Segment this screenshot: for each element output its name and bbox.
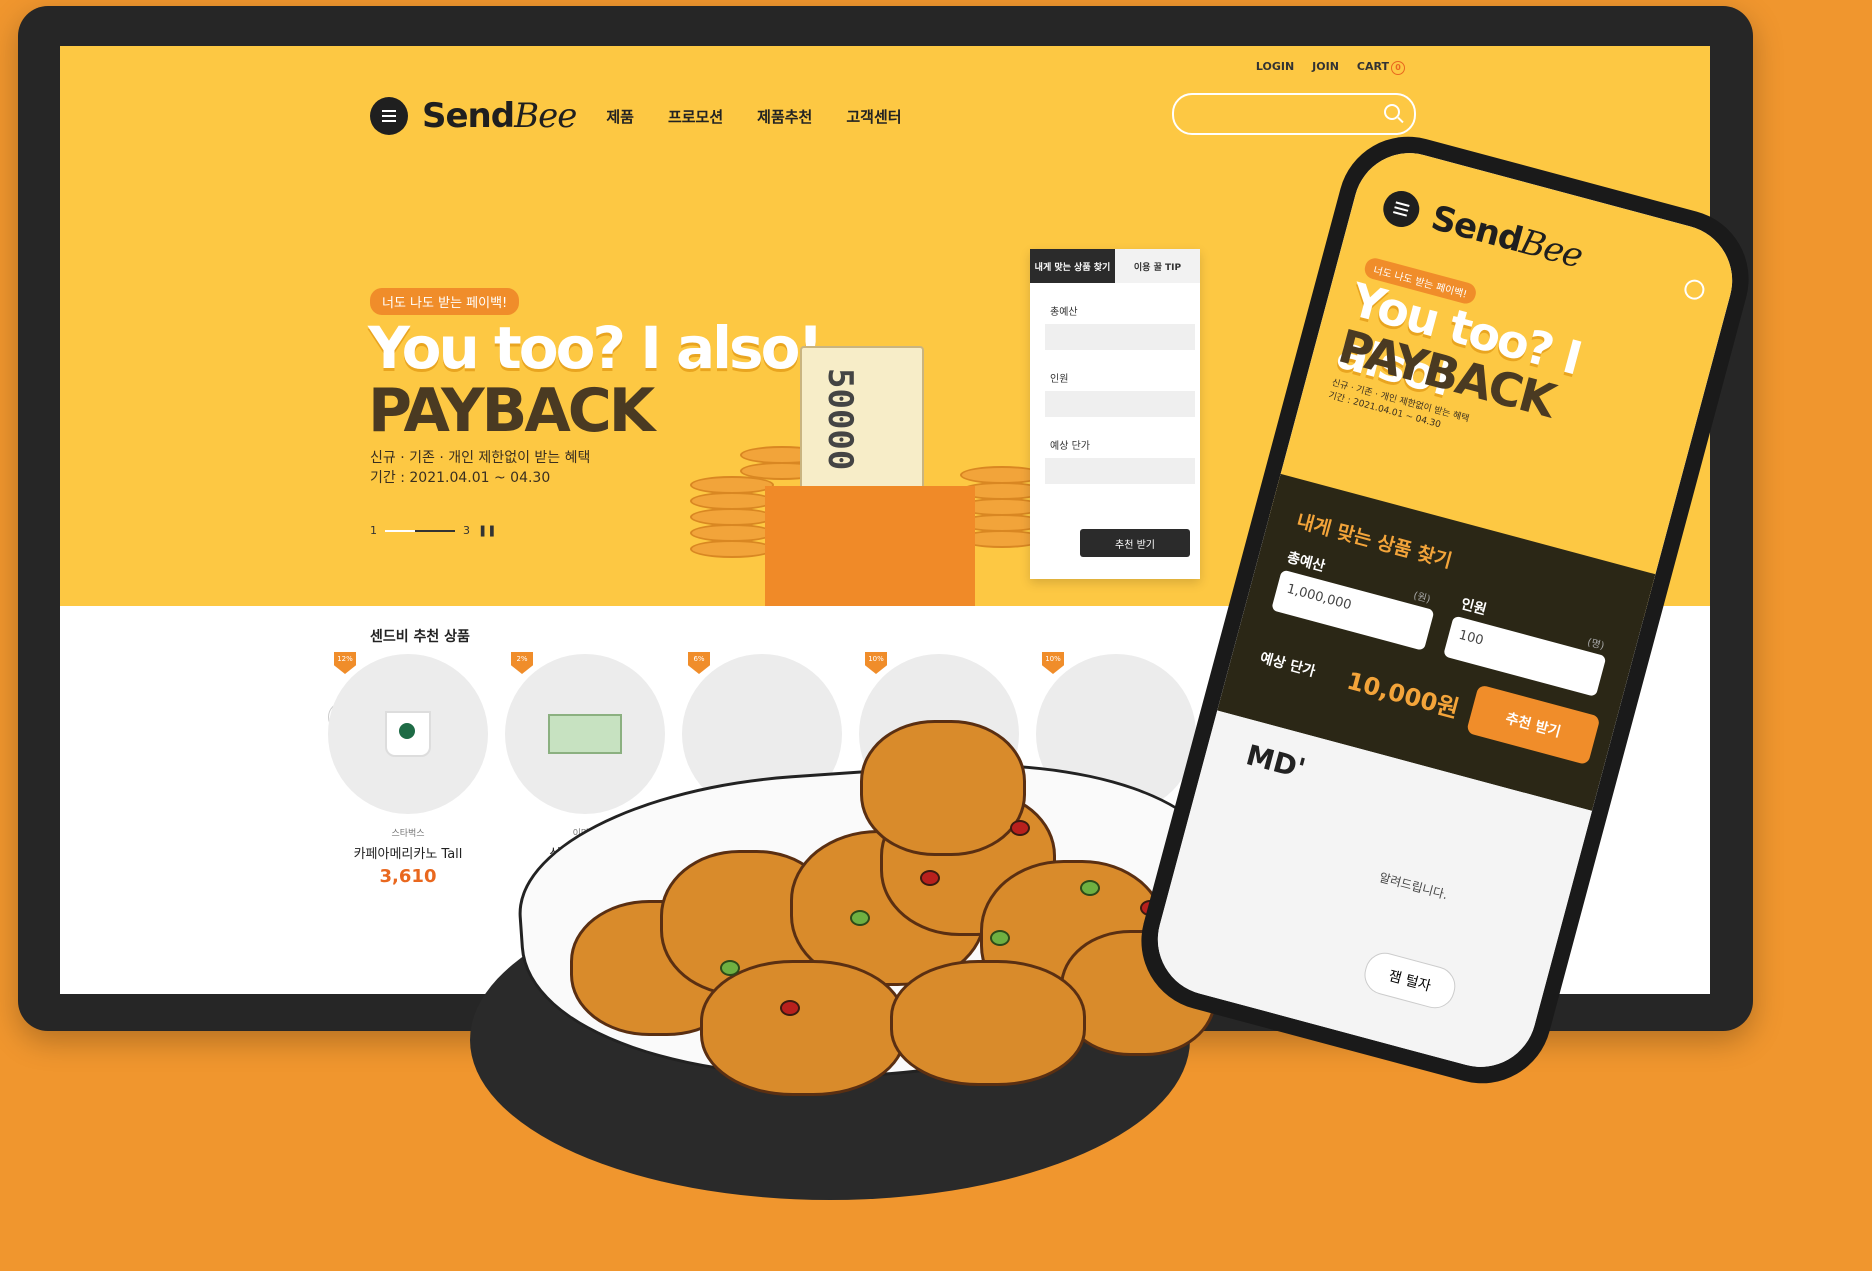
cart-count-badge: 0	[1391, 61, 1405, 75]
people-label: 인원	[1050, 374, 1069, 385]
mobile-notice-text: 알려드립니다.	[1377, 870, 1450, 903]
budget-field[interactable]	[1045, 324, 1195, 350]
mobile-brand-logo[interactable]: SendBee	[1427, 198, 1586, 277]
discount-badge: 6%	[688, 652, 710, 674]
product-name: 카페아메리카노 Tall	[353, 847, 463, 862]
pause-icon[interactable]: ❚❚	[478, 524, 496, 537]
brand-logo[interactable]: SendBee	[422, 96, 577, 136]
hero-title-line2: PAYBACK	[368, 376, 655, 446]
chili-icon	[1010, 820, 1030, 836]
product-brand: 스타벅스	[391, 829, 425, 839]
product-price: 3,610	[379, 866, 437, 887]
hero-sub-line1: 신규 · 기존 · 개인 제한없이 받는 혜택	[370, 450, 591, 466]
unit-price-field[interactable]	[1045, 458, 1195, 484]
logo-script: Bee	[514, 96, 577, 136]
jalapeno-icon	[1080, 880, 1100, 896]
mobile-logo-script: Bee	[1515, 221, 1587, 277]
hero-subtitle: 신규 · 기존 · 개인 제한없이 받는 혜택 기간 : 2021.04.01 …	[370, 448, 590, 488]
finder-tabs: 내게 맞는 상품 찾기 이용 꿀 TIP	[1030, 249, 1200, 283]
slide-total: 3	[463, 524, 470, 537]
slide-pager[interactable]: 1 3 ❚❚	[370, 524, 496, 537]
mobile-header: SendBee	[1379, 185, 1586, 277]
mobile-unit-price-value: 10,000원	[1343, 666, 1462, 724]
chili-icon	[780, 1000, 800, 1016]
slide-current: 1	[370, 524, 377, 537]
bill-value: 50000	[820, 368, 860, 471]
mobile-md-heading: MD'	[1242, 738, 1309, 786]
recommend-button[interactable]: 추천 받기	[1080, 529, 1190, 557]
header: SendBee 제품 프로모션 제품추천 고객센터	[370, 96, 902, 136]
mobile-category-chip[interactable]: 잼 털자	[1360, 948, 1460, 1013]
search-icon[interactable]	[1384, 104, 1400, 120]
login-link[interactable]: LOGIN	[1256, 60, 1294, 75]
cart-label: CART	[1356, 60, 1389, 73]
mobile-budget-field[interactable]: 1,000,000	[1271, 569, 1435, 651]
top-links: LOGIN JOIN CART 0	[1256, 60, 1405, 75]
product-finder-form: 내게 맞는 상품 찾기 이용 꿀 TIP 총예산 인원 예상 단가 추천 받기	[1030, 249, 1200, 579]
coffee-cup-icon	[385, 711, 431, 757]
nav-item-support[interactable]: 고객센터	[846, 106, 901, 127]
recommend-title: 센드비 추천 상품	[370, 629, 470, 645]
search-input[interactable]	[1172, 93, 1416, 135]
join-link[interactable]: JOIN	[1312, 60, 1339, 75]
product-card[interactable]: 12% 스타벅스 카페아메리카노 Tall 3,610	[328, 652, 488, 887]
jalapeno-icon	[720, 960, 740, 976]
logo-text: Send	[422, 96, 515, 136]
mobile-recommend-button[interactable]: 추천 받기	[1465, 684, 1601, 766]
product-image	[505, 654, 665, 814]
nav-item-recommend[interactable]: 제품추천	[757, 106, 812, 127]
mobile-menu-icon[interactable]	[1379, 186, 1424, 232]
mobile-unit-price-label: 예상 단가	[1258, 650, 1317, 681]
gift-card-icon	[548, 714, 622, 754]
coin-icon	[690, 540, 774, 558]
fried-chicken-illustration	[890, 960, 1086, 1086]
discount-badge: 12%	[334, 652, 356, 674]
hero-tag: 너도 나도 받는 페이백!	[370, 288, 520, 315]
mobile-search-icon[interactable]	[1682, 277, 1707, 302]
hero-title-line1: You too? I also!	[368, 314, 824, 382]
cart-link[interactable]: CART 0	[1357, 60, 1405, 75]
discount-badge: 10%	[865, 652, 887, 674]
tab-finder[interactable]: 내게 맞는 상품 찾기	[1030, 249, 1115, 283]
mobile-people-field[interactable]: 100	[1443, 615, 1607, 697]
fried-chicken-illustration	[700, 960, 906, 1096]
hero-sub-line2: 기간 : 2021.04.01 ~ 04.30	[370, 470, 551, 486]
jalapeno-icon	[990, 930, 1010, 946]
discount-badge: 10%	[1042, 652, 1064, 674]
discount-badge: 2%	[511, 652, 533, 674]
product-image	[328, 654, 488, 814]
mobile-budget-unit: (원)	[1412, 590, 1432, 606]
main-nav: 제품 프로모션 제품추천 고객센터	[606, 106, 901, 127]
people-field[interactable]	[1045, 391, 1195, 417]
jalapeno-icon	[850, 910, 870, 926]
mobile-people-unit: (명)	[1586, 637, 1606, 653]
nav-item-promotion[interactable]: 프로모션	[668, 106, 723, 127]
envelope-illustration	[765, 486, 975, 606]
tab-tips[interactable]: 이용 꿀 TIP	[1115, 249, 1200, 283]
chili-icon	[920, 870, 940, 886]
slide-progress	[385, 529, 455, 532]
fried-chicken-illustration	[860, 720, 1026, 856]
budget-label: 총예산	[1050, 307, 1078, 318]
menu-icon[interactable]	[370, 97, 408, 135]
nav-item-products[interactable]: 제품	[606, 106, 634, 127]
mobile-people-label: 인원	[1459, 596, 1489, 619]
unit-price-label: 예상 단가	[1050, 441, 1090, 452]
mobile-logo-text: Send	[1427, 197, 1527, 261]
